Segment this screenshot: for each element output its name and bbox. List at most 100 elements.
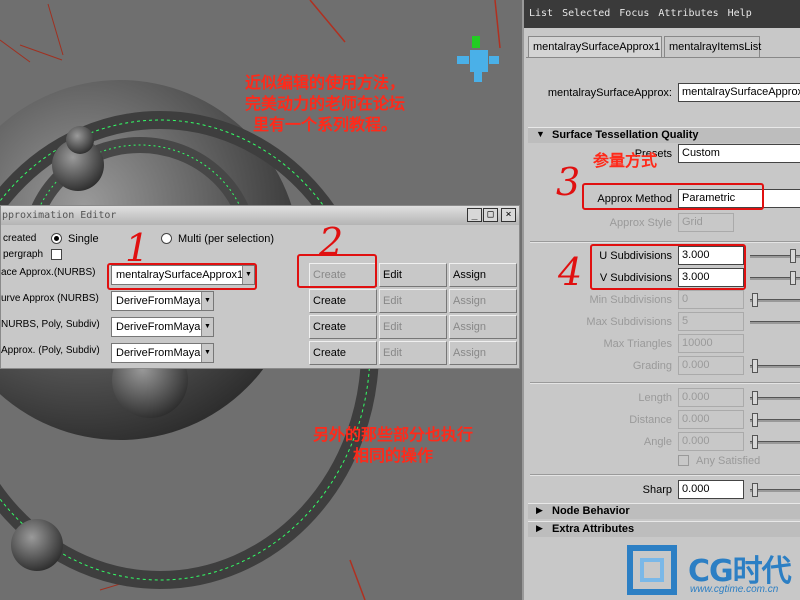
assign-button[interactable]: Assign [449,289,517,313]
max-triangles-field[interactable]: 10000 [678,334,744,353]
length-field[interactable]: 0.000 [678,388,744,407]
section-title: Surface Tessellation Quality [552,129,699,141]
small-sphere [66,126,94,154]
chevron-down-icon: ▼ [201,292,213,310]
annotation-line: 里有一个系列教程。 [252,115,397,134]
chevron-down-icon: ▼ [201,344,213,362]
assign-button[interactable]: Assign [449,263,517,287]
approx-style-label: Approx Style [609,217,672,229]
section-title: Extra Attributes [552,523,635,535]
top-annotation: 近似编辑的使用方法， 完美动力的老师在论坛 里有一个系列教程。 [200,72,450,135]
editor-titlebar[interactable]: pproximation Editor _ □ × [1,206,519,225]
pergraph-checkbox[interactable] [51,249,62,260]
angle-slider[interactable] [750,435,800,449]
logo-mark-icon [627,545,677,595]
min-subdivisions-field[interactable]: 0 [678,290,744,309]
distance-label: Distance [629,414,672,426]
sharp-field[interactable]: 0.000 [678,480,744,499]
single-label: Single [68,233,99,245]
u-subdivisions-slider[interactable] [750,249,800,263]
grading-slider[interactable] [750,359,800,373]
approx-method-annotation: 参量方式 [592,151,657,170]
v-subdivisions-slider[interactable] [750,271,800,285]
divider [530,241,800,243]
approximation-editor-window: pproximation Editor _ □ × created Single… [0,205,520,369]
distance-field[interactable]: 0.000 [678,410,744,429]
approx-style-value: Grid [682,216,703,228]
grid-line [0,39,31,63]
approx-select[interactable]: DeriveFromMaya ▼ [111,317,214,337]
approx-style-select[interactable]: Grid [678,213,734,232]
cgtime-logo: CG时代 www.cgtime.com.cn [624,540,800,600]
approx-select[interactable]: DeriveFromMaya ▼ [111,343,214,363]
approx-row-label: Approx. (Poly, Subdiv) [1,345,100,356]
section-surface-tessellation[interactable]: ▼ Surface Tessellation Quality [528,127,800,143]
presets-field[interactable]: Custom [678,144,800,163]
max-subdivisions-slider[interactable] [750,315,800,329]
grid-line [349,559,366,600]
approx-row: NURBS, Poly, Subdiv) DeriveFromMaya ▼ Cre… [1,315,521,339]
create-button[interactable]: Create [309,341,377,365]
edit-button[interactable]: Edit [379,315,447,339]
maximize-icon[interactable]: □ [483,208,498,222]
multi-label: Multi (per selection) [178,233,274,245]
edit-button[interactable]: Edit [379,289,447,313]
grading-field[interactable]: 0.000 [678,356,744,375]
logo-url: www.cgtime.com.cn [690,584,779,595]
annotation-line: 相同的操作 [352,446,433,465]
section-extra-attributes[interactable]: ▶ Extra Attributes [528,521,800,537]
triangle-right-icon: ▶ [536,523,543,533]
create-button[interactable]: Create [309,315,377,339]
sharp-slider[interactable] [750,483,800,497]
attribute-editor-menubar[interactable]: List Selected Focus Attributes Help [524,0,800,28]
step-number: 4 [558,250,583,294]
view-cube-icon[interactable] [457,36,499,82]
section-title: Node Behavior [552,505,630,517]
node-name-field[interactable]: mentalraySurfaceApprox1 [678,83,800,102]
tab-mentalraysurfaceapprox1[interactable]: mentalraySurfaceApprox1 [528,36,662,57]
editor-title: pproximation Editor [2,210,117,221]
min-subdivisions-slider[interactable] [750,293,800,307]
tab-underline [526,57,800,58]
approx-select-value: DeriveFromMaya [116,347,201,359]
node-name-label: mentalraySurfaceApprox: [547,87,672,99]
assign-button[interactable]: Assign [449,341,517,365]
max-subdivisions-label: Max Subdivisions [586,316,672,328]
angle-label: Angle [643,436,672,448]
close-icon[interactable]: × [501,208,516,222]
step-number: 2 [319,220,344,264]
assign-button[interactable]: Assign [449,315,517,339]
create-button[interactable]: Create [309,289,377,313]
grading-label: Grading [632,360,672,372]
approx-row: urve Approx (NURBS) DeriveFromMaya ▼ Crea… [1,289,521,313]
annotation-line: 另外的那些部分也执行 [312,425,473,444]
small-sphere [11,519,63,571]
angle-field[interactable]: 0.000 [678,432,744,451]
step-number: 3 [556,160,581,204]
step-number: 1 [125,226,150,270]
highlight-subdivisions [590,244,746,290]
edit-button[interactable]: Edit [379,341,447,365]
max-subdivisions-field[interactable]: 5 [678,312,744,331]
attribute-editor: List Selected Focus Attributes Help ment… [522,0,800,600]
minimize-icon[interactable]: _ [467,208,482,222]
created-label: created [3,233,37,244]
tab-mentalrayitemslist[interactable]: mentalrayItemsList [664,36,761,57]
approx-row-label: NURBS, Poly, Subdiv) [1,319,100,330]
edit-button[interactable]: Edit [379,263,447,287]
min-subdivisions-label: Min Subdivisions [589,294,672,306]
grid-line [309,0,346,43]
length-slider[interactable] [750,391,800,405]
max-triangles-label: Max Triangles [603,338,672,350]
approx-row-label: ace Approx.(NURBS) [1,267,96,278]
approx-select[interactable]: DeriveFromMaya ▼ [111,291,214,311]
approx-row: Approx. (Poly, Subdiv) DeriveFromMaya ▼ C… [1,341,521,365]
single-radio[interactable] [51,233,62,244]
divider [530,382,800,384]
triangle-right-icon: ▶ [536,505,543,515]
section-node-behavior[interactable]: ▶ Node Behavior [528,503,800,519]
any-satisfied-checkbox[interactable] [678,455,689,466]
multi-radio[interactable] [161,233,172,244]
length-label: Length [638,392,672,404]
distance-slider[interactable] [750,413,800,427]
